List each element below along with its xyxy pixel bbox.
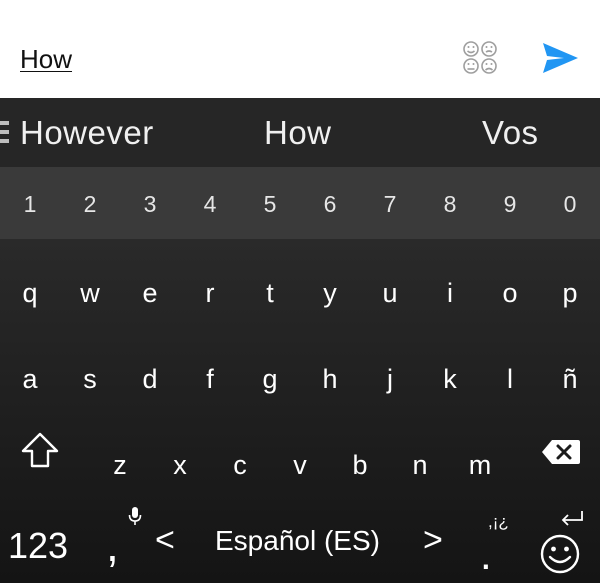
key-1[interactable]: 1 — [0, 189, 60, 219]
key-8[interactable]: 8 — [420, 189, 480, 219]
key-y[interactable]: y — [300, 278, 360, 308]
on-screen-keyboard: However How Vos 1 2 3 4 5 6 7 8 9 0 q w … — [0, 98, 600, 583]
shift-icon — [21, 432, 59, 468]
send-button[interactable] — [540, 40, 580, 76]
backspace-key[interactable] — [540, 437, 582, 467]
key-q[interactable]: q — [0, 278, 60, 308]
key-t[interactable]: t — [240, 278, 300, 308]
key-j[interactable]: j — [360, 364, 420, 394]
key-3[interactable]: 3 — [120, 189, 180, 219]
send-icon — [543, 43, 578, 73]
key-m[interactable]: m — [450, 450, 510, 480]
key-n[interactable]: n — [390, 450, 450, 480]
key-c[interactable]: c — [210, 450, 270, 480]
suggestion-strip: However How Vos — [0, 98, 600, 167]
key-i[interactable]: i — [420, 278, 480, 308]
suggestion-vos[interactable]: Vos — [482, 114, 539, 152]
key-v[interactable]: v — [270, 450, 330, 480]
key-e[interactable]: e — [120, 278, 180, 308]
microphone-icon — [128, 506, 142, 528]
key-h[interactable]: h — [300, 364, 360, 394]
compose-bar: How — [0, 0, 600, 98]
backspace-icon — [542, 440, 580, 464]
key-z[interactable]: z — [90, 450, 150, 480]
message-input[interactable]: How — [20, 44, 72, 75]
key-5[interactable]: 5 — [240, 189, 300, 219]
key-a[interactable]: a — [0, 364, 60, 394]
key-x[interactable]: x — [150, 450, 210, 480]
space-bar[interactable]: Español (ES) — [215, 525, 380, 557]
key-b[interactable]: b — [330, 450, 390, 480]
numbers-key[interactable]: 123 — [8, 525, 68, 567]
key-n-tilde[interactable]: ñ — [540, 364, 600, 394]
key-4[interactable]: 4 — [180, 189, 240, 219]
shift-key[interactable] — [19, 430, 61, 470]
space-left-arrow: < — [155, 521, 175, 559]
emoji-key[interactable] — [538, 532, 582, 576]
key-l[interactable]: l — [480, 364, 540, 394]
key-k[interactable]: k — [420, 364, 480, 394]
key-9[interactable]: 9 — [480, 189, 540, 219]
key-0[interactable]: 0 — [540, 189, 600, 219]
emoji-button[interactable] — [461, 40, 501, 76]
key-d[interactable]: d — [120, 364, 180, 394]
comma-key[interactable]: , — [106, 518, 119, 572]
key-2[interactable]: 2 — [60, 189, 120, 219]
key-s[interactable]: s — [60, 364, 120, 394]
key-p[interactable]: p — [540, 278, 600, 308]
smiley-icon — [540, 534, 580, 574]
suggestion-how[interactable]: How — [264, 114, 332, 152]
menu-icon[interactable] — [0, 121, 9, 143]
space-right-arrow: > — [423, 521, 443, 559]
emoji-faces-icon — [463, 41, 497, 74]
key-w[interactable]: w — [60, 278, 120, 308]
enter-icon[interactable] — [558, 508, 588, 530]
key-g[interactable]: g — [240, 364, 300, 394]
suggestion-however[interactable]: However — [20, 114, 154, 152]
key-u[interactable]: u — [360, 278, 420, 308]
key-r[interactable]: r — [180, 278, 240, 308]
key-f[interactable]: f — [180, 364, 240, 394]
number-row: 1 2 3 4 5 6 7 8 9 0 — [0, 167, 600, 239]
punctuation-hint: ,¡¿ — [488, 512, 509, 531]
period-key[interactable]: . — [480, 531, 492, 579]
key-o[interactable]: o — [480, 278, 540, 308]
key-6[interactable]: 6 — [300, 189, 360, 219]
key-7[interactable]: 7 — [360, 189, 420, 219]
